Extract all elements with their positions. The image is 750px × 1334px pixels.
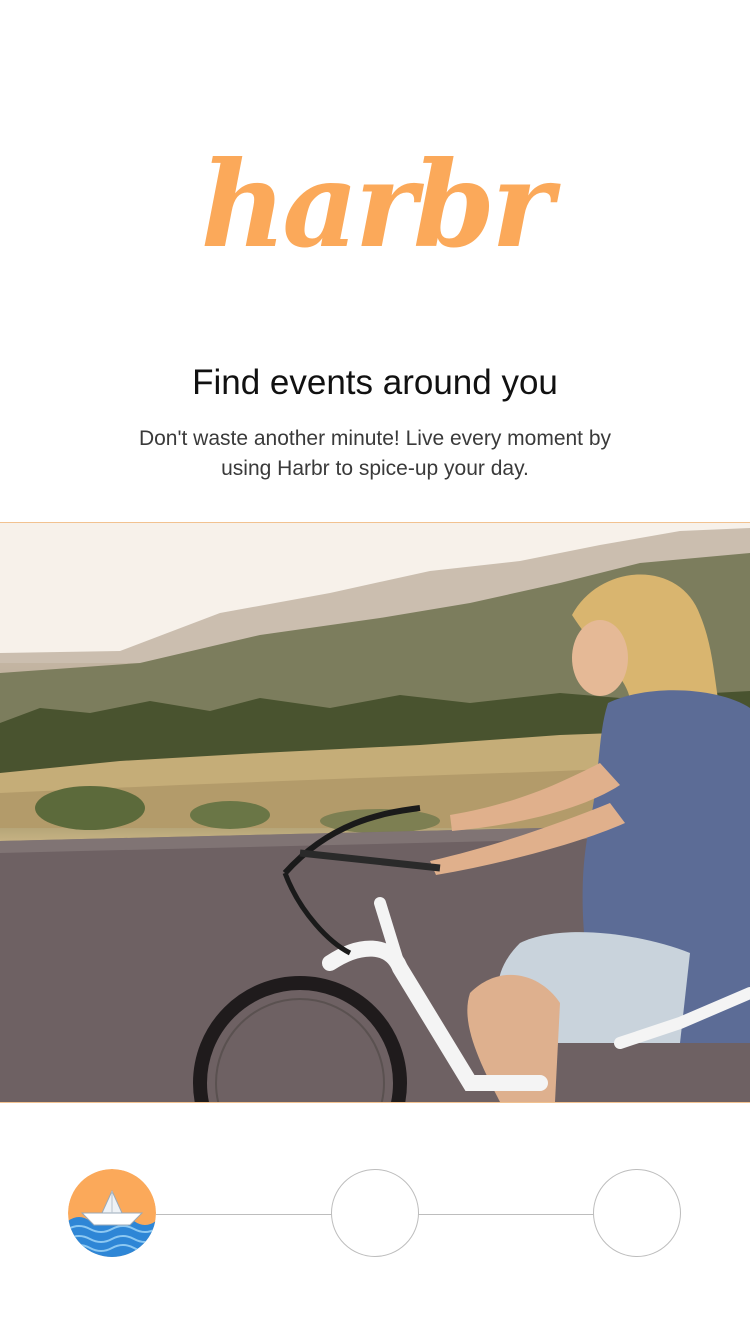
pager-step-3[interactable] bbox=[593, 1169, 681, 1257]
paper-boat-icon bbox=[68, 1169, 156, 1257]
onboarding-title: Find events around you bbox=[192, 363, 558, 402]
pager-step-2[interactable] bbox=[331, 1169, 419, 1257]
pager-connector bbox=[156, 1214, 332, 1215]
pager-connector bbox=[418, 1214, 594, 1215]
hero-image bbox=[0, 522, 750, 1103]
onboarding-description: Don't waste another minute! Live every m… bbox=[138, 427, 612, 480]
bicycle-rider-illustration bbox=[0, 523, 750, 1102]
onboarding-pager bbox=[0, 1168, 750, 1260]
harbr-logo: harbr bbox=[200, 135, 553, 274]
pager-step-1[interactable] bbox=[68, 1169, 156, 1257]
